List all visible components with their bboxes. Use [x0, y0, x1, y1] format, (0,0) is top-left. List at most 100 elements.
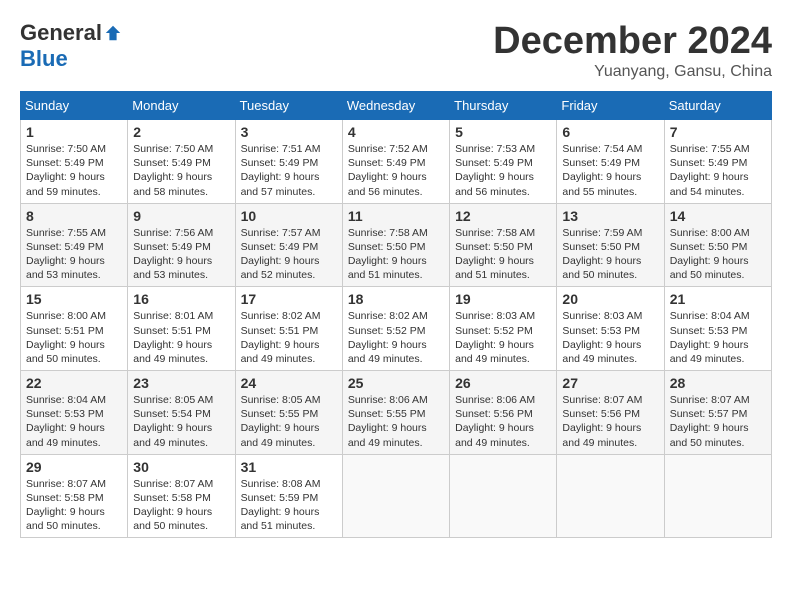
day-info: Sunrise: 8:01 AMSunset: 5:51 PMDaylight:… [133, 310, 213, 365]
calendar-cell: 27 Sunrise: 8:07 AMSunset: 5:56 PMDaylig… [557, 371, 664, 455]
calendar-cell [664, 454, 771, 538]
day-info: Sunrise: 8:02 AMSunset: 5:51 PMDaylight:… [241, 310, 321, 365]
day-info: Sunrise: 7:59 AMSunset: 5:50 PMDaylight:… [562, 227, 642, 282]
day-number: 6 [562, 124, 658, 140]
calendar-cell: 19 Sunrise: 8:03 AMSunset: 5:52 PMDaylig… [450, 287, 557, 371]
calendar-cell [450, 454, 557, 538]
day-number: 17 [241, 291, 337, 307]
logo-icon [104, 24, 122, 42]
day-info: Sunrise: 8:07 AMSunset: 5:58 PMDaylight:… [26, 478, 106, 533]
week-row-4: 22 Sunrise: 8:04 AMSunset: 5:53 PMDaylig… [21, 371, 772, 455]
day-info: Sunrise: 8:02 AMSunset: 5:52 PMDaylight:… [348, 310, 428, 365]
day-number: 5 [455, 124, 551, 140]
calendar-cell: 16 Sunrise: 8:01 AMSunset: 5:51 PMDaylig… [128, 287, 235, 371]
day-number: 14 [670, 208, 766, 224]
day-info: Sunrise: 8:05 AMSunset: 5:54 PMDaylight:… [133, 394, 213, 449]
day-number: 1 [26, 124, 122, 140]
calendar-cell: 31 Sunrise: 8:08 AMSunset: 5:59 PMDaylig… [235, 454, 342, 538]
month-title: December 2024 [493, 20, 772, 63]
day-number: 31 [241, 459, 337, 475]
day-info: Sunrise: 8:04 AMSunset: 5:53 PMDaylight:… [26, 394, 106, 449]
day-number: 19 [455, 291, 551, 307]
calendar-cell: 1 Sunrise: 7:50 AMSunset: 5:49 PMDayligh… [21, 120, 128, 204]
weekday-header-wednesday: Wednesday [342, 92, 449, 120]
day-number: 16 [133, 291, 229, 307]
calendar-cell: 6 Sunrise: 7:54 AMSunset: 5:49 PMDayligh… [557, 120, 664, 204]
calendar-cell: 7 Sunrise: 7:55 AMSunset: 5:49 PMDayligh… [664, 120, 771, 204]
day-number: 4 [348, 124, 444, 140]
day-info: Sunrise: 8:04 AMSunset: 5:53 PMDaylight:… [670, 310, 750, 365]
day-number: 22 [26, 375, 122, 391]
day-number: 23 [133, 375, 229, 391]
day-number: 30 [133, 459, 229, 475]
day-info: Sunrise: 8:06 AMSunset: 5:55 PMDaylight:… [348, 394, 428, 449]
calendar-cell [557, 454, 664, 538]
weekday-header-monday: Monday [128, 92, 235, 120]
day-number: 9 [133, 208, 229, 224]
day-info: Sunrise: 8:07 AMSunset: 5:56 PMDaylight:… [562, 394, 642, 449]
calendar-cell: 4 Sunrise: 7:52 AMSunset: 5:49 PMDayligh… [342, 120, 449, 204]
week-row-5: 29 Sunrise: 8:07 AMSunset: 5:58 PMDaylig… [21, 454, 772, 538]
day-info: Sunrise: 8:00 AMSunset: 5:51 PMDaylight:… [26, 310, 106, 365]
weekday-header-tuesday: Tuesday [235, 92, 342, 120]
day-info: Sunrise: 7:54 AMSunset: 5:49 PMDaylight:… [562, 143, 642, 198]
calendar-cell: 15 Sunrise: 8:00 AMSunset: 5:51 PMDaylig… [21, 287, 128, 371]
day-info: Sunrise: 7:55 AMSunset: 5:49 PMDaylight:… [670, 143, 750, 198]
week-row-3: 15 Sunrise: 8:00 AMSunset: 5:51 PMDaylig… [21, 287, 772, 371]
day-number: 25 [348, 375, 444, 391]
calendar-cell: 28 Sunrise: 8:07 AMSunset: 5:57 PMDaylig… [664, 371, 771, 455]
day-info: Sunrise: 7:50 AMSunset: 5:49 PMDaylight:… [133, 143, 213, 198]
calendar-cell: 9 Sunrise: 7:56 AMSunset: 5:49 PMDayligh… [128, 203, 235, 287]
calendar-cell: 3 Sunrise: 7:51 AMSunset: 5:49 PMDayligh… [235, 120, 342, 204]
day-number: 28 [670, 375, 766, 391]
day-info: Sunrise: 8:08 AMSunset: 5:59 PMDaylight:… [241, 478, 321, 533]
calendar-cell: 10 Sunrise: 7:57 AMSunset: 5:49 PMDaylig… [235, 203, 342, 287]
week-row-1: 1 Sunrise: 7:50 AMSunset: 5:49 PMDayligh… [21, 120, 772, 204]
title-section: December 2024 Yuanyang, Gansu, China [493, 20, 772, 81]
day-info: Sunrise: 8:07 AMSunset: 5:58 PMDaylight:… [133, 478, 213, 533]
calendar-cell: 25 Sunrise: 8:06 AMSunset: 5:55 PMDaylig… [342, 371, 449, 455]
day-number: 27 [562, 375, 658, 391]
day-number: 26 [455, 375, 551, 391]
calendar-cell: 26 Sunrise: 8:06 AMSunset: 5:56 PMDaylig… [450, 371, 557, 455]
day-info: Sunrise: 8:05 AMSunset: 5:55 PMDaylight:… [241, 394, 321, 449]
day-number: 7 [670, 124, 766, 140]
day-number: 13 [562, 208, 658, 224]
day-info: Sunrise: 7:58 AMSunset: 5:50 PMDaylight:… [348, 227, 428, 282]
calendar-table: SundayMondayTuesdayWednesdayThursdayFrid… [20, 91, 772, 538]
day-number: 24 [241, 375, 337, 391]
calendar-cell: 21 Sunrise: 8:04 AMSunset: 5:53 PMDaylig… [664, 287, 771, 371]
day-number: 10 [241, 208, 337, 224]
weekday-header-friday: Friday [557, 92, 664, 120]
page-header: General Blue December 2024 Yuanyang, Gan… [20, 20, 772, 81]
day-info: Sunrise: 8:00 AMSunset: 5:50 PMDaylight:… [670, 227, 750, 282]
calendar-cell: 23 Sunrise: 8:05 AMSunset: 5:54 PMDaylig… [128, 371, 235, 455]
calendar-cell: 20 Sunrise: 8:03 AMSunset: 5:53 PMDaylig… [557, 287, 664, 371]
calendar-cell: 11 Sunrise: 7:58 AMSunset: 5:50 PMDaylig… [342, 203, 449, 287]
day-number: 29 [26, 459, 122, 475]
day-number: 18 [348, 291, 444, 307]
day-number: 3 [241, 124, 337, 140]
day-number: 20 [562, 291, 658, 307]
calendar-cell: 29 Sunrise: 8:07 AMSunset: 5:58 PMDaylig… [21, 454, 128, 538]
week-row-2: 8 Sunrise: 7:55 AMSunset: 5:49 PMDayligh… [21, 203, 772, 287]
weekday-header-row: SundayMondayTuesdayWednesdayThursdayFrid… [21, 92, 772, 120]
day-info: Sunrise: 7:57 AMSunset: 5:49 PMDaylight:… [241, 227, 321, 282]
day-info: Sunrise: 8:03 AMSunset: 5:53 PMDaylight:… [562, 310, 642, 365]
day-number: 2 [133, 124, 229, 140]
day-info: Sunrise: 7:51 AMSunset: 5:49 PMDaylight:… [241, 143, 321, 198]
day-info: Sunrise: 7:56 AMSunset: 5:49 PMDaylight:… [133, 227, 213, 282]
weekday-header-thursday: Thursday [450, 92, 557, 120]
calendar-cell: 17 Sunrise: 8:02 AMSunset: 5:51 PMDaylig… [235, 287, 342, 371]
day-info: Sunrise: 7:50 AMSunset: 5:49 PMDaylight:… [26, 143, 106, 198]
logo-general-text: General [20, 20, 102, 46]
day-info: Sunrise: 7:53 AMSunset: 5:49 PMDaylight:… [455, 143, 535, 198]
logo-blue-text: Blue [20, 46, 68, 72]
calendar-cell: 13 Sunrise: 7:59 AMSunset: 5:50 PMDaylig… [557, 203, 664, 287]
day-info: Sunrise: 7:58 AMSunset: 5:50 PMDaylight:… [455, 227, 535, 282]
day-number: 15 [26, 291, 122, 307]
calendar-cell: 30 Sunrise: 8:07 AMSunset: 5:58 PMDaylig… [128, 454, 235, 538]
calendar-cell: 5 Sunrise: 7:53 AMSunset: 5:49 PMDayligh… [450, 120, 557, 204]
day-info: Sunrise: 7:52 AMSunset: 5:49 PMDaylight:… [348, 143, 428, 198]
weekday-header-sunday: Sunday [21, 92, 128, 120]
